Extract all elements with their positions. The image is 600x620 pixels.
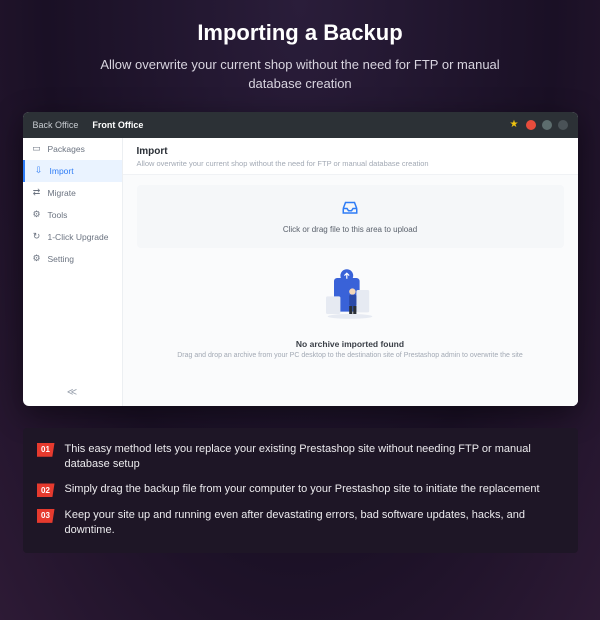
topbar: Back Office Front Office ★ (23, 112, 578, 138)
sidebar-label: Setting (48, 254, 74, 264)
bullet-badge: 01 (37, 443, 55, 457)
sidebar-label: 1-Click Upgrade (48, 232, 109, 242)
sidebar-item-packages[interactable]: ▭ Packages (23, 138, 122, 160)
bullet-item: 03 Keep your site up and running even af… (37, 508, 564, 539)
bullet-text: Keep your site up and running even after… (65, 508, 564, 539)
bullet-badge: 02 (37, 483, 55, 497)
migrate-icon: ⇄ (32, 188, 42, 198)
bullet-item: 02 Simply drag the backup file from your… (37, 482, 564, 497)
sidebar-collapse-button[interactable]: ≪ (67, 387, 77, 398)
sidebar-item-upgrade[interactable]: ↻ 1-Click Upgrade (23, 226, 122, 248)
status-dot-grey[interactable] (558, 120, 568, 130)
main-desc: Allow overwrite your current shop withou… (137, 159, 564, 168)
tab-back-office[interactable]: Back Office (33, 120, 79, 130)
sidebar-label: Packages (48, 144, 85, 154)
empty-title: No archive imported found (137, 339, 564, 349)
import-icon: ⇩ (34, 166, 44, 176)
upload-dropzone[interactable]: Click or drag file to this area to uploa… (137, 185, 564, 248)
content-area: Click or drag file to this area to uploa… (123, 175, 578, 406)
empty-state: No archive imported found Drag and drop … (137, 248, 564, 359)
main-title: Import (137, 146, 564, 157)
package-icon: ▭ (32, 144, 42, 154)
feature-bullets: 01 This easy method lets you replace you… (23, 428, 578, 553)
bullet-text: This easy method lets you replace your e… (65, 442, 564, 473)
upgrade-icon: ↻ (32, 232, 42, 242)
sidebar-label: Migrate (48, 188, 76, 198)
main-header: Import Allow overwrite your current shop… (123, 138, 578, 175)
bullet-item: 01 This easy method lets you replace you… (37, 442, 564, 473)
tab-front-office[interactable]: Front Office (92, 120, 143, 130)
sidebar-label: Import (50, 166, 74, 176)
sidebar-item-setting[interactable]: ⚙ Setting (23, 248, 122, 270)
main-panel: Import Allow overwrite your current shop… (123, 138, 578, 406)
empty-illustration-icon (310, 266, 390, 326)
sidebar: ▭ Packages ⇩ Import ⇄ Migrate ⚙ Tools ↻ … (23, 138, 123, 406)
page-title: Importing a Backup (0, 20, 600, 46)
sidebar-item-tools[interactable]: ⚙ Tools (23, 204, 122, 226)
app-window: Back Office Front Office ★ ▭ Packages ⇩ … (23, 112, 578, 406)
empty-subtitle: Drag and drop an archive from your PC de… (137, 352, 564, 359)
sidebar-item-migrate[interactable]: ⇄ Migrate (23, 182, 122, 204)
sidebar-item-import[interactable]: ⇩ Import (23, 160, 122, 182)
inbox-icon (137, 199, 564, 220)
upload-text: Click or drag file to this area to uploa… (137, 225, 564, 234)
tools-icon: ⚙ (32, 210, 42, 220)
chevron-left-icon: ≪ (67, 387, 77, 398)
topbar-actions: ★ (510, 120, 568, 130)
setting-icon: ⚙ (32, 254, 42, 264)
star-icon[interactable]: ★ (510, 120, 520, 130)
status-dot-dark[interactable] (542, 120, 552, 130)
bullet-badge: 03 (37, 509, 55, 523)
sidebar-label: Tools (48, 210, 68, 220)
page-subtitle: Allow overwrite your current shop withou… (85, 56, 515, 94)
status-dot-red[interactable] (526, 120, 536, 130)
bullet-text: Simply drag the backup file from your co… (65, 482, 540, 497)
